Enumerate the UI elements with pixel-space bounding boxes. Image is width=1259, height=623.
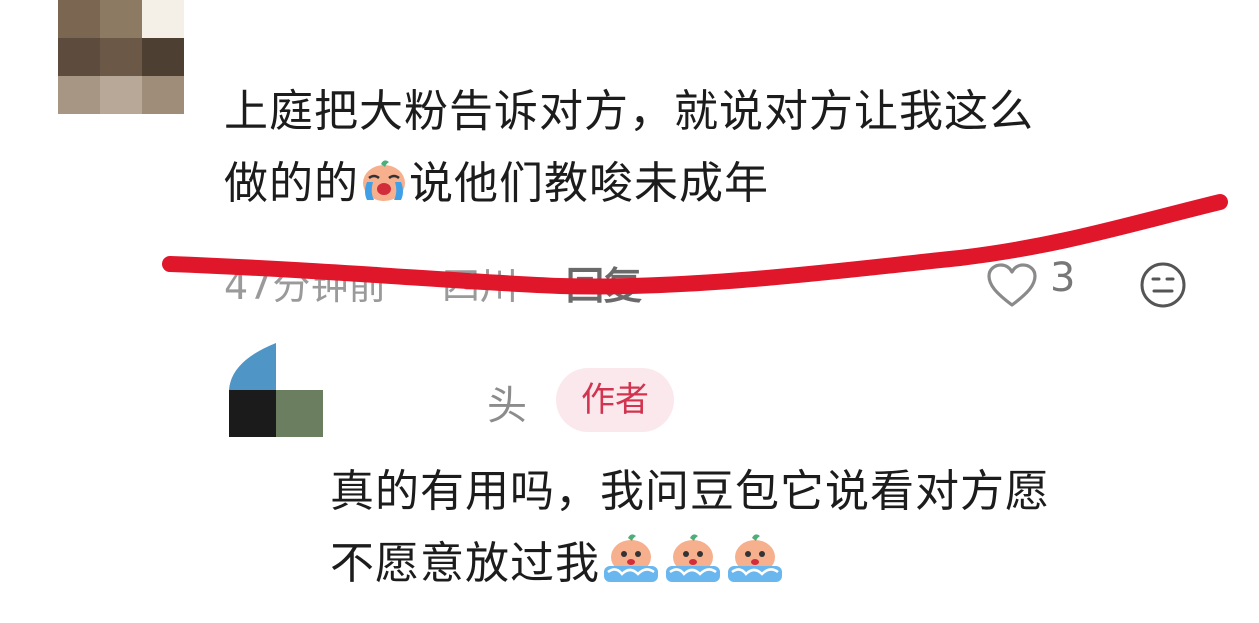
reply-text: 真的有用吗，我问豆包它说看对方愿 不愿意放过我 [330,456,1210,606]
crying-face-emoji-icon [359,154,409,226]
neutral-face-icon[interactable] [1139,261,1187,318]
reply-author-name[interactable]: 头 [487,373,527,431]
reply-text-line-2: 不愿意放过我 [330,528,1210,606]
like-count: 3 [1050,255,1076,301]
crying-face-emoji-icon [662,532,724,606]
comment-text-line-2: 做的的 说他们教唆未成年 [224,148,1214,226]
commenter-avatar[interactable] [58,0,184,114]
reply-button[interactable]: 回复 [566,255,642,310]
comment-text-part: 说他们教唆未成年 [409,158,769,209]
comment-text-line-1: 上庭把大粉告诉对方，就说对方让我这么 [224,86,1034,137]
comment-location: 四川 [442,264,519,308]
reply-text-line-1: 真的有用吗，我问豆包它说看对方愿 [330,466,1050,517]
crying-face-emoji-icon [724,532,786,606]
crying-face-emoji-icon [600,532,662,606]
reply-text-part: 不愿意放过我 [330,538,600,589]
heart-icon[interactable] [986,263,1038,318]
reply-author-avatar[interactable] [229,343,323,437]
comment-text-part: 做的的 [224,158,359,209]
comment-text: 上庭把大粉告诉对方，就说对方让我这么 做的的 说他们教唆未成年 [224,76,1214,226]
comment-meta-row: 47分钟前 四川 回复 3 [224,255,1204,315]
author-badge: 作者 [556,368,674,432]
comment-timestamp: 47分钟前 [224,264,387,308]
